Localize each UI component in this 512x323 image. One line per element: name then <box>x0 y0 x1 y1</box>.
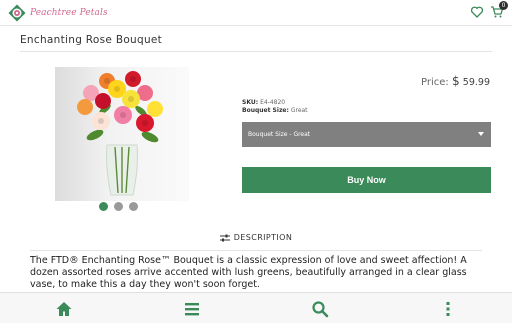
menu-icon <box>185 303 199 316</box>
nav-home[interactable] <box>55 300 73 318</box>
size-line: Bouquet Size: Great <box>242 107 308 114</box>
sku-line: SKU: E4-4820 <box>242 99 285 106</box>
price-currency: $ <box>451 74 460 88</box>
nav-menu[interactable] <box>183 300 201 318</box>
logo[interactable]: Peachtree Petals <box>7 3 108 23</box>
sliders-icon <box>219 234 230 241</box>
nav-more[interactable] <box>439 300 457 318</box>
description-text: The FTD® Enchanting Rose™ Bouquet is a c… <box>30 255 467 290</box>
home-icon <box>56 302 72 316</box>
product-image[interactable] <box>55 67 189 201</box>
carousel-dot-1[interactable] <box>99 202 108 211</box>
title-divider <box>20 51 492 52</box>
carousel-dot-3[interactable] <box>129 202 138 211</box>
image-carousel-dots <box>99 202 138 211</box>
caret-down-icon <box>478 132 484 136</box>
cart-button[interactable]: 0 <box>490 1 508 19</box>
tab-description-label: DESCRIPTION <box>233 233 293 242</box>
price-label: Price: <box>421 77 449 88</box>
cart-count-badge: 0 <box>499 1 508 10</box>
size-label: Bouquet Size: <box>242 107 289 114</box>
bouquet-illustration <box>77 71 163 196</box>
description-divider <box>30 250 482 251</box>
title-row: Enchanting Rose Bouquet <box>0 26 512 52</box>
bouquet-size-select[interactable]: Bouquet Size - Great <box>242 122 491 147</box>
buy-now-button[interactable]: Buy Now <box>242 167 491 193</box>
nav-search[interactable] <box>311 300 329 318</box>
tab-description[interactable]: DESCRIPTION <box>0 233 512 242</box>
search-icon <box>312 301 329 318</box>
size-select-value: Bouquet Size - Great <box>248 131 311 138</box>
price: Price: $ 59.99 <box>421 74 490 88</box>
size-value: Great <box>290 107 308 114</box>
logo-flower-icon <box>8 4 26 22</box>
page-title: Enchanting Rose Bouquet <box>20 34 163 46</box>
app-header: Peachtree Petals 0 <box>0 0 512 26</box>
logo-text: Peachtree Petals <box>30 8 108 18</box>
sku-label: SKU: <box>242 99 259 106</box>
more-vertical-icon <box>446 302 450 316</box>
heart-icon[interactable] <box>470 5 484 19</box>
bottom-nav <box>0 292 512 323</box>
price-amount: 59.99 <box>462 77 490 88</box>
carousel-dot-2[interactable] <box>114 202 123 211</box>
sku-value: E4-4820 <box>260 99 286 106</box>
